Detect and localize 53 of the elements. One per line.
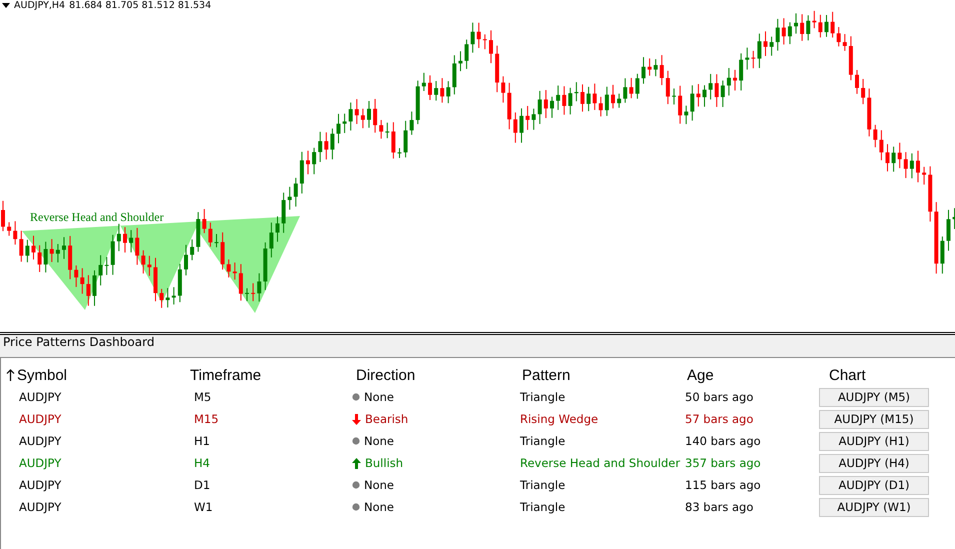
age-text: 57 bars ago (685, 412, 754, 426)
up-arrow-icon (352, 458, 361, 468)
symbol-text: AUDJPY (19, 478, 62, 492)
direction-text: None (364, 434, 394, 448)
timeframe-text: W1 (194, 500, 213, 514)
chart-button[interactable]: AUDJPY (W1) (819, 498, 929, 516)
pattern-label: Reverse Head and Shoulder (30, 210, 164, 225)
dot-icon (352, 481, 360, 489)
timeframe-text: H1 (194, 434, 210, 448)
down-arrow-icon (352, 414, 361, 424)
dot-icon (352, 393, 360, 401)
symbol-text: AUDJPY (19, 434, 62, 448)
panel-title: Price Patterns Dashboard (3, 335, 154, 351)
pattern-text: Rising Wedge (520, 412, 598, 426)
pattern-text: Reverse Head and Shoulder (520, 456, 680, 470)
chart-button[interactable]: AUDJPY (M15) (819, 410, 929, 428)
age-text: 357 bars ago (685, 456, 761, 470)
pattern-text: Triangle (520, 500, 566, 514)
age-text: 115 bars ago (685, 478, 761, 492)
column-header[interactable]: Timeframe (190, 366, 262, 384)
chart-button[interactable]: AUDJPY (H4) (819, 454, 929, 472)
age-text: 83 bars ago (685, 500, 754, 514)
chart-symbol: AUDJPY,H4 (14, 0, 66, 11)
dot-icon (352, 437, 360, 445)
column-header[interactable]: Direction (356, 366, 416, 384)
column-header[interactable]: Pattern (522, 366, 570, 384)
pattern-text: Triangle (520, 434, 566, 448)
chart-button[interactable]: AUDJPY (H1) (819, 432, 929, 450)
symbol-text: AUDJPY (19, 390, 62, 404)
column-header[interactable]: Chart (829, 366, 866, 384)
chart-button[interactable]: AUDJPY (M5) (819, 388, 929, 406)
timeframe-text: M5 (194, 390, 212, 404)
timeframe-text: H4 (194, 456, 210, 470)
direction-text: Bullish (365, 456, 404, 470)
age-text: 140 bars ago (685, 434, 761, 448)
symbol-text: AUDJPY (19, 412, 62, 426)
column-header[interactable]: Symbol (17, 366, 68, 384)
column-header[interactable]: Age (687, 366, 714, 384)
pattern-text: Triangle (520, 478, 566, 492)
timeframe-text: M15 (194, 412, 219, 426)
direction-text: None (364, 390, 394, 404)
timeframe-text: D1 (194, 478, 210, 492)
direction-text: Bearish (365, 412, 408, 426)
symbol-text: AUDJPY (19, 456, 62, 470)
direction-text: None (364, 478, 394, 492)
dropdown-triangle-icon (2, 3, 10, 8)
direction-text: None (364, 500, 394, 514)
chart-prices: 81.684 81.705 81.512 81.534 (69, 0, 212, 11)
chart-button[interactable]: AUDJPY (D1) (819, 476, 929, 494)
pattern-text: Triangle (520, 390, 566, 404)
dot-icon (352, 503, 360, 511)
symbol-text: AUDJPY (19, 500, 62, 514)
age-text: 50 bars ago (685, 390, 754, 404)
